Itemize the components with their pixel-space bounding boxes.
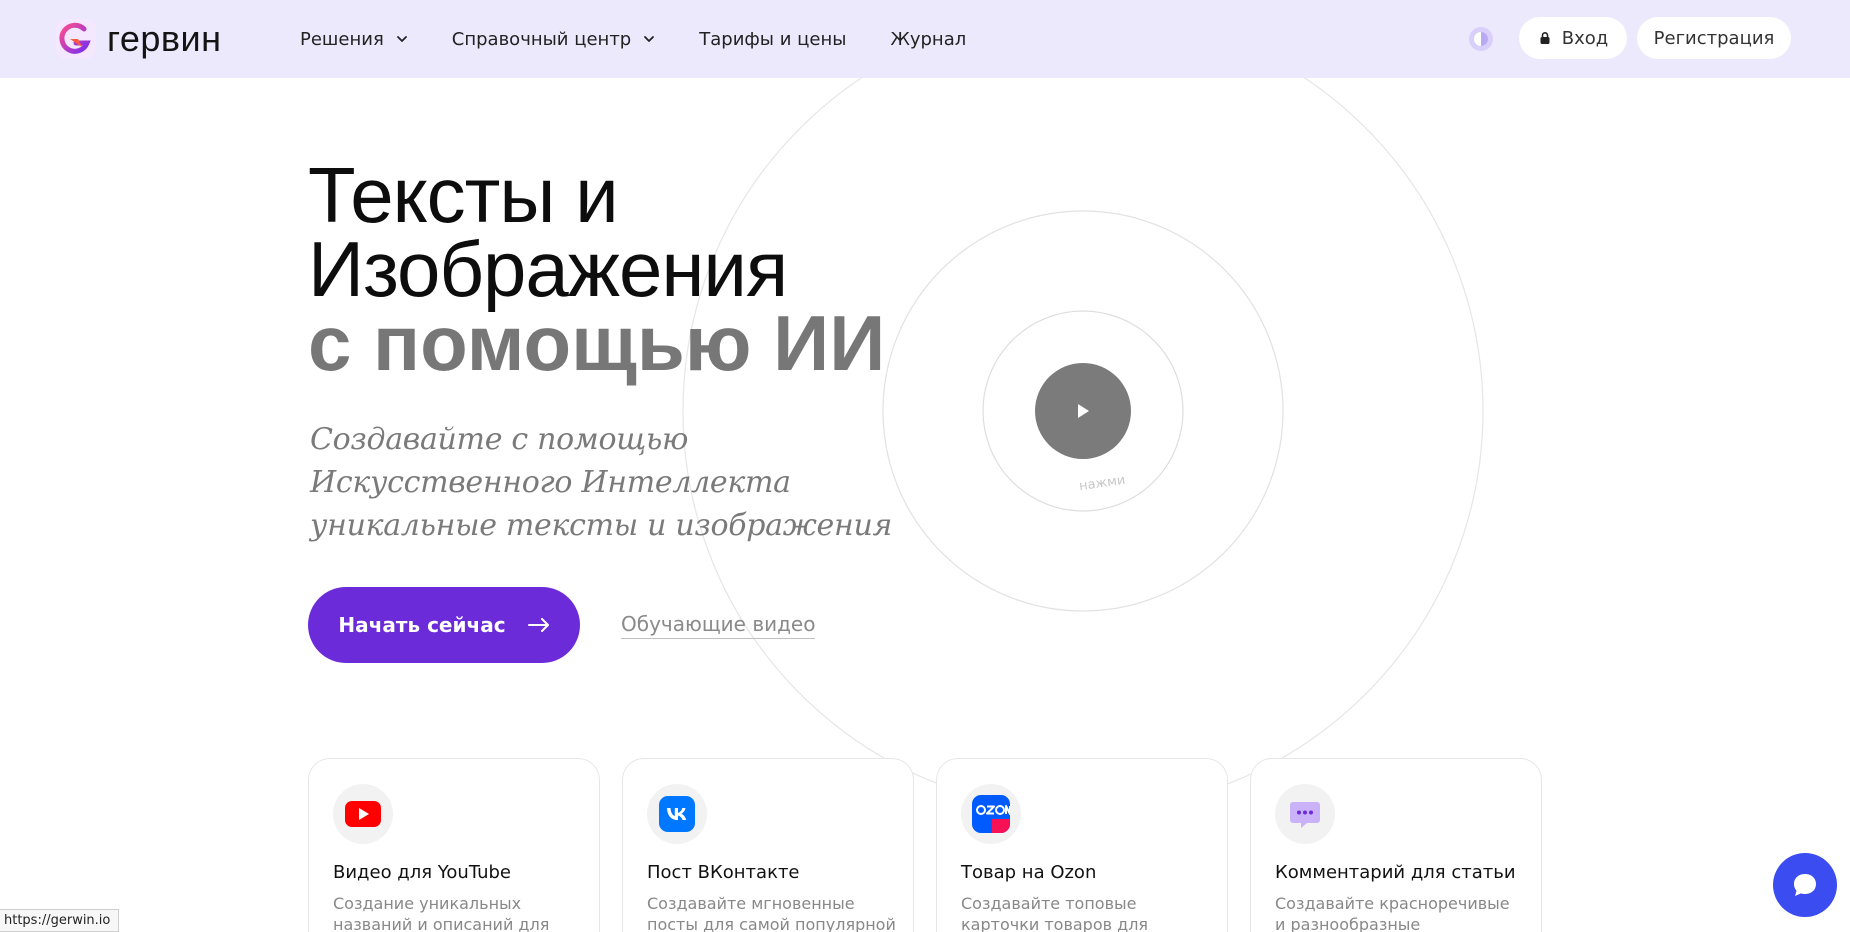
contrast-icon (1474, 32, 1488, 46)
login-label: Вход (1561, 27, 1609, 49)
site-header: гервин Решения Справочный центр Тарифы и… (0, 0, 1850, 78)
nav-help-center-label: Справочный центр (451, 28, 632, 50)
start-now-button[interactable]: Начать сейчас (308, 587, 580, 663)
lock-icon (1540, 32, 1550, 44)
hero-subtitle: Создавайте с помощью Искусственного Инте… (310, 422, 893, 543)
chevron-down-icon (396, 36, 407, 42)
card-description: Создавайте красноречивые и разнообразные… (1275, 894, 1510, 932)
start-now-label: Начать сейчас (338, 613, 506, 637)
gerwin-logo-icon (56, 19, 96, 59)
chat-bubble-icon (1794, 874, 1816, 896)
nav-journal-label: Журнал (890, 28, 967, 50)
ozon-icon (972, 795, 1010, 833)
hero-title-line-1: Тексты и (308, 151, 619, 239)
card-title: Комментарий для статьи (1275, 862, 1516, 883)
chat-widget-button[interactable] (1773, 853, 1837, 917)
nav-solutions-label: Решения (300, 28, 384, 50)
hero-title-line-2: Изображения (308, 225, 788, 313)
card-title: Видео для YouTube (333, 862, 511, 883)
card-icon-wrap (961, 784, 1021, 844)
register-label: Регистрация (1653, 27, 1775, 49)
nav-solutions[interactable]: Решения (300, 29, 408, 50)
comment-icon (1290, 802, 1320, 828)
card-icon-wrap (333, 784, 393, 844)
hero-title-line-3: с помощью ИИ (308, 299, 886, 387)
logo-text: гервин (107, 18, 222, 59)
nav-help-center[interactable]: Справочный центр (452, 29, 655, 50)
card-description: Создавайте топовые карточки товаров для … (961, 894, 1149, 932)
theme-toggle[interactable] (1469, 27, 1493, 51)
arrow-right-icon (527, 618, 549, 632)
play-hint: нажми (1078, 472, 1127, 495)
register-button[interactable]: Регистрация (1637, 17, 1791, 59)
tutorial-videos-link[interactable]: Обучающие видео (621, 612, 816, 639)
card-ozon[interactable]: Товар на Ozon Создавайте топовые карточк… (936, 758, 1228, 932)
login-button[interactable]: Вход (1519, 17, 1627, 59)
main-nav: Решения Справочный центр Тарифы и цены Ж… (300, 0, 1010, 78)
card-title: Товар на Ozon (961, 862, 1097, 883)
vk-icon (659, 796, 695, 832)
logo[interactable]: гервин (56, 19, 222, 59)
nav-pricing-label: Тарифы и цены (699, 28, 847, 50)
card-icon-wrap (1275, 784, 1335, 844)
card-title: Пост ВКонтакте (647, 862, 800, 883)
card-vk[interactable]: Пост ВКонтакте Создавайте мгновенные пос… (622, 758, 914, 932)
status-bar-url: https://gerwin.io (0, 909, 120, 932)
play-video-button[interactable] (1035, 363, 1131, 459)
nav-journal[interactable]: Журнал (890, 29, 966, 50)
card-description: Создание уникальных названий и описаний … (333, 894, 550, 932)
youtube-icon (345, 801, 381, 827)
chevron-down-icon (644, 36, 655, 42)
card-icon-wrap (647, 784, 707, 844)
hero-title: Тексты и Изображения с помощью ИИ (308, 151, 886, 387)
card-description: Создавайте мгновенные посты для самой по… (647, 894, 896, 932)
play-icon (1078, 404, 1089, 418)
card-comment[interactable]: Комментарий для статьи Создавайте красно… (1250, 758, 1542, 932)
nav-pricing[interactable]: Тарифы и цены (699, 29, 846, 50)
card-youtube[interactable]: Видео для YouTube Создание уникальных на… (308, 758, 600, 932)
